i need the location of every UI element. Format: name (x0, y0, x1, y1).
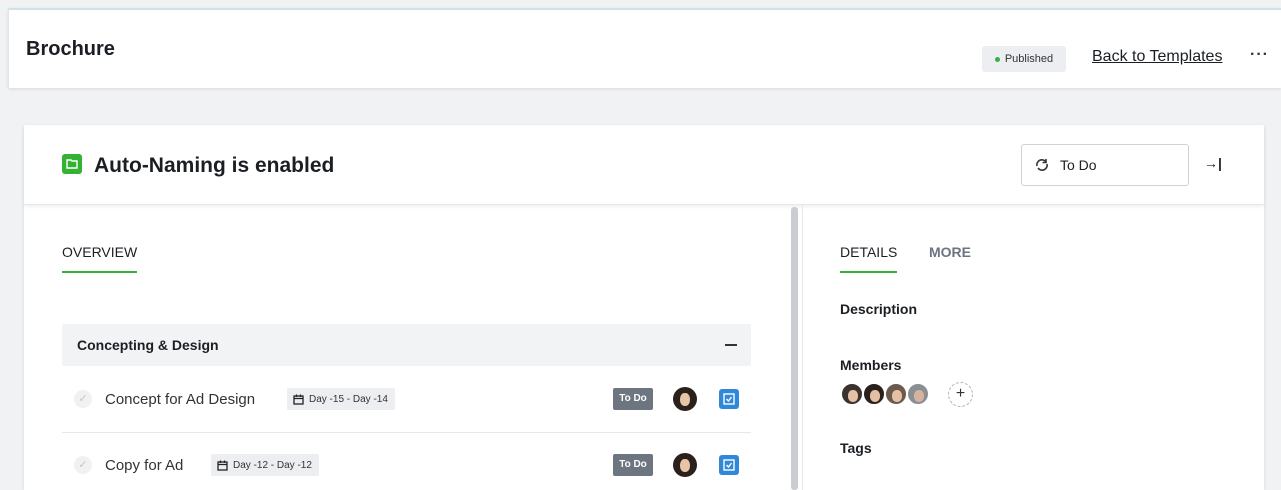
task-row[interactable]: ✓ Copy for Ad Day -12 - Day -12 To Do (62, 432, 751, 490)
check-icon[interactable]: ✓ (74, 456, 92, 474)
tab-more[interactable]: MORE (929, 244, 971, 260)
tags-label: Tags (840, 440, 872, 456)
collapse-section-icon[interactable] (725, 344, 737, 346)
task-name[interactable]: Copy for Ad (105, 457, 183, 474)
status-badge: Published (982, 46, 1066, 72)
collapse-panel-icon[interactable]: →| (1204, 155, 1222, 171)
avatar[interactable] (840, 382, 864, 406)
tab-overview[interactable]: OVERVIEW (62, 244, 138, 273)
task-link-icon[interactable] (719, 455, 739, 475)
avatar[interactable] (884, 382, 908, 406)
project-header: Auto-Naming is enabled To Do →| (24, 125, 1264, 205)
calendar-icon (217, 460, 228, 471)
pane-divider (802, 205, 803, 490)
avatar[interactable] (906, 382, 930, 406)
check-icon[interactable]: ✓ (74, 390, 92, 408)
task-row[interactable]: ✓ Concept for Ad Design Day -15 - Day -1… (62, 367, 751, 431)
date-chip: Day -12 - Day -12 (211, 454, 319, 476)
avatar[interactable] (673, 387, 697, 411)
status-select[interactable]: To Do (1021, 144, 1189, 186)
task-link-icon[interactable] (719, 389, 739, 409)
top-bar: Brochure Published Back to Templates ··· (8, 8, 1281, 88)
date-chip: Day -15 - Day -14 (287, 388, 395, 410)
section-header[interactable]: Concepting & Design (62, 324, 751, 366)
add-member-button[interactable]: + (948, 382, 973, 407)
avatar[interactable] (862, 382, 886, 406)
task-status-chip[interactable]: To Do (613, 388, 653, 410)
description-label: Description (840, 301, 918, 317)
back-to-templates-link[interactable]: Back to Templates (1092, 48, 1222, 66)
date-chip-label: Day -12 - Day -12 (233, 459, 312, 471)
project-card: Auto-Naming is enabled To Do →| OVERVIEW… (24, 125, 1264, 490)
page-title: Brochure (26, 38, 115, 60)
members-label: Members (840, 357, 902, 373)
folder-icon (62, 154, 82, 174)
avatar[interactable] (673, 453, 697, 477)
status-badge-label: Published (1004, 53, 1054, 65)
task-status-chip[interactable]: To Do (613, 454, 653, 476)
published-dot-icon (994, 56, 1000, 62)
status-select-value: To Do (1060, 157, 1097, 173)
project-title: Auto-Naming is enabled (94, 154, 335, 177)
task-name[interactable]: Concept for Ad Design (105, 391, 255, 408)
calendar-icon (293, 394, 304, 405)
tab-details[interactable]: DETAILS (840, 244, 898, 273)
date-chip-label: Day -15 - Day -14 (309, 393, 388, 405)
status-icon (1036, 159, 1048, 171)
section-title: Concepting & Design (77, 337, 219, 353)
scrollbar[interactable] (791, 207, 798, 490)
more-menu-button[interactable]: ··· (1250, 46, 1269, 64)
